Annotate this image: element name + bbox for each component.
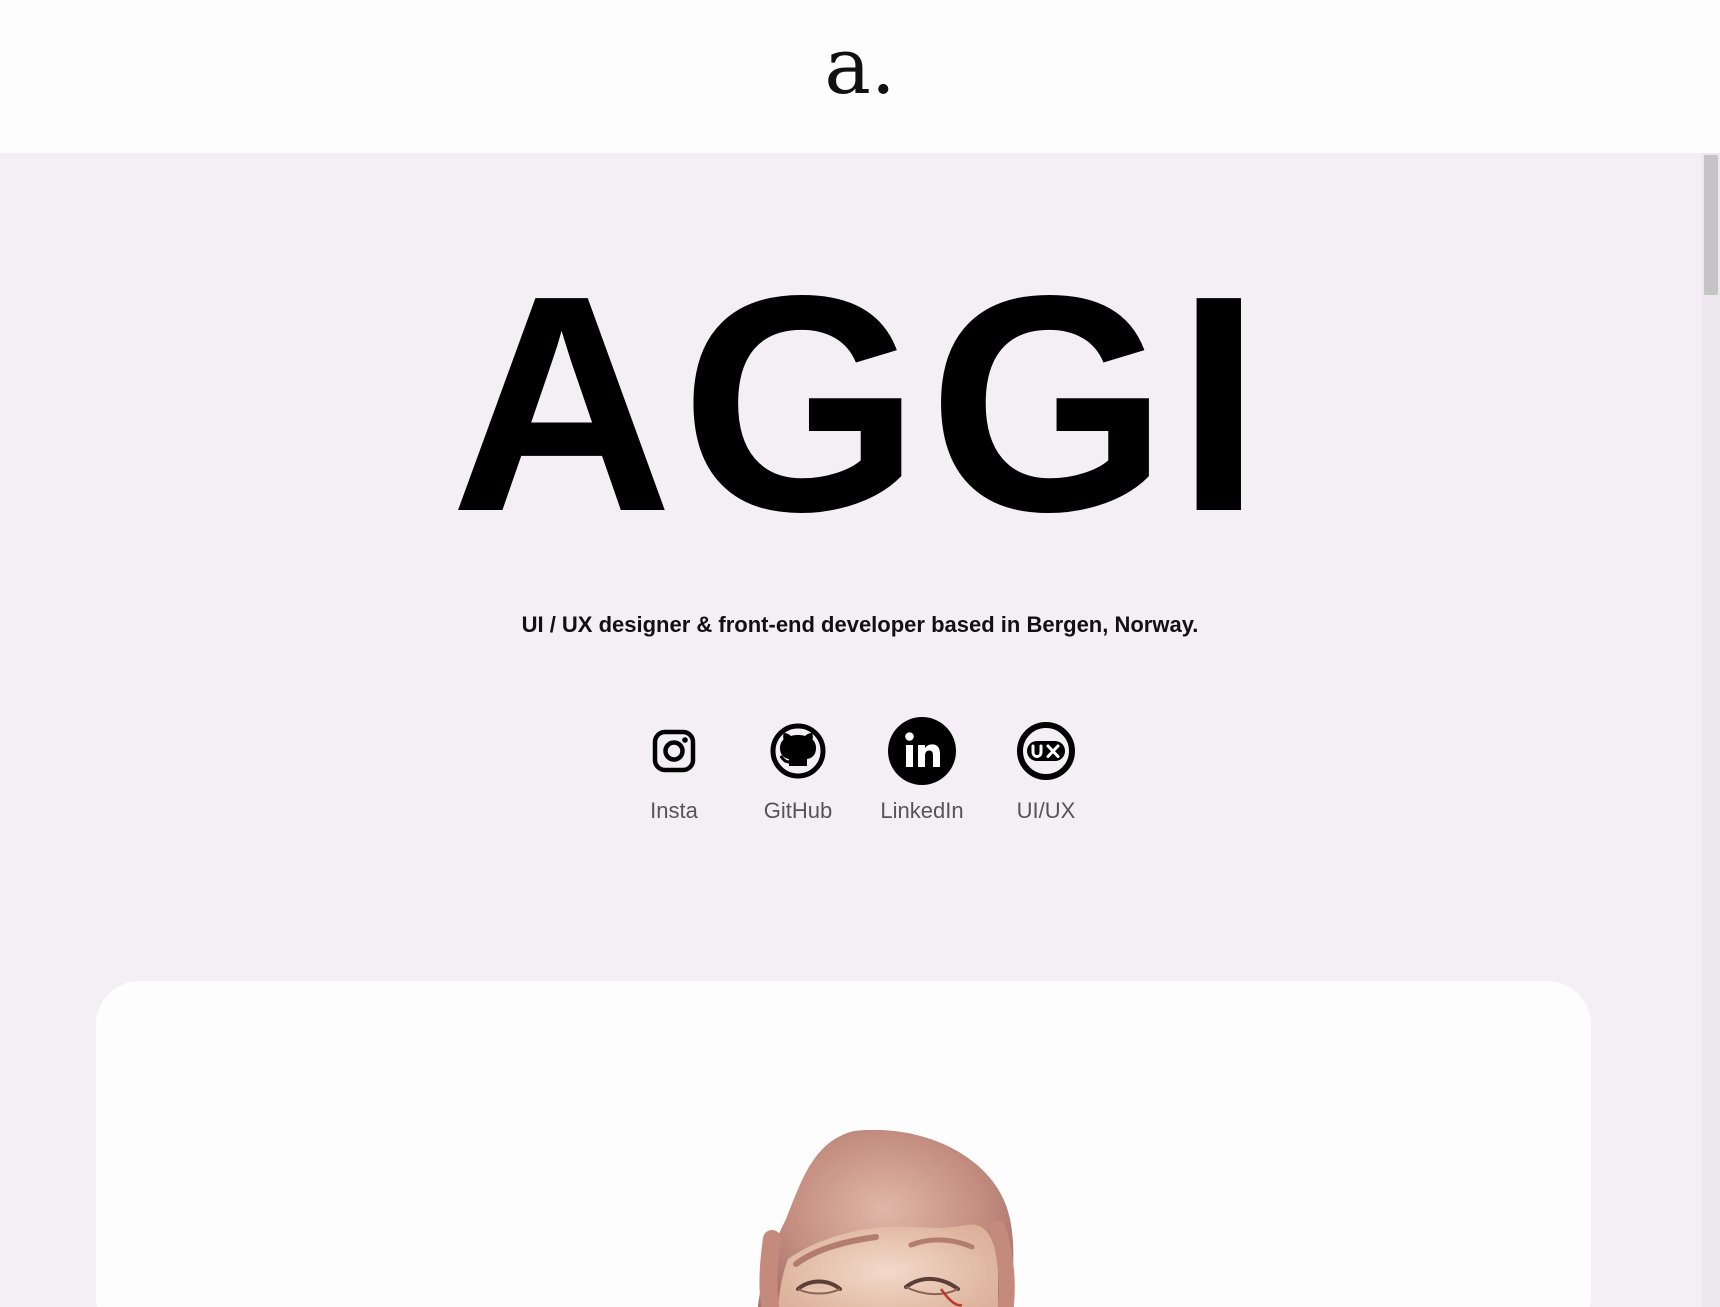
site-logo[interactable]: a. (0, 28, 1720, 106)
instagram-icon (639, 716, 709, 786)
portrait-image (736, 1129, 1036, 1307)
social-label-linkedin: LinkedIn (880, 798, 964, 823)
tagline: UI / UX designer & front-end developer b… (521, 612, 1199, 637)
page-scrollbar[interactable] (1702, 153, 1720, 1307)
uxcollective-icon (1011, 716, 1081, 786)
social-link-linkedin[interactable]: LinkedIn (880, 716, 964, 824)
social-label-github: GitHub (763, 798, 833, 823)
social-label-insta: Insta (650, 798, 698, 823)
page: a. AGGI UI / UX designer & front-end dev… (0, 0, 1720, 1307)
portrait-card (96, 981, 1591, 1307)
social-link-github[interactable]: GitHub (756, 716, 840, 824)
scrollbar-thumb[interactable] (1704, 155, 1718, 295)
hero-title: AGGI (450, 232, 1270, 576)
social-links: Insta GitHub LinkedIn UI/UX (0, 716, 1720, 824)
linkedin-icon (887, 716, 957, 786)
top-bar: a. (0, 0, 1720, 153)
social-link-instagram[interactable]: Insta (632, 716, 716, 824)
github-icon (763, 716, 833, 786)
social-label-uiux: UI/UX (1016, 798, 1076, 823)
social-link-uiux[interactable]: UI/UX (1004, 716, 1088, 824)
